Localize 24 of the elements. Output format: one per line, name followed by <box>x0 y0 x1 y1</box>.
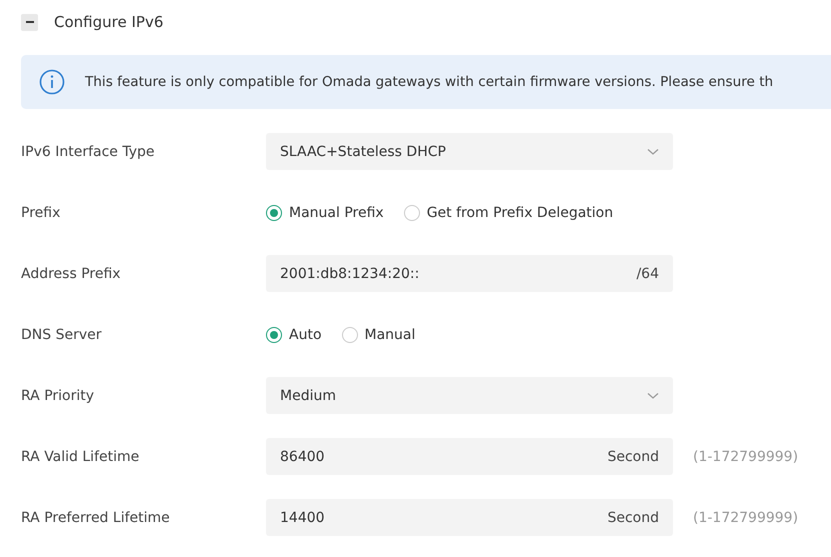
input-field[interactable]: 86400 Second <box>266 438 673 475</box>
field-label: DNS Server <box>20 326 102 342</box>
radio-option[interactable]: Get from Prefix Delegation <box>404 204 614 220</box>
field-label: Address Prefix <box>20 266 122 282</box>
field-label: Prefix <box>20 204 62 220</box>
caret-icon <box>647 392 659 400</box>
input-field[interactable]: 2001:db8:1234:20:: /64 <box>266 255 673 292</box>
field-label: IPv6 Interface Type <box>20 144 156 160</box>
section-title: Configure IPv6 <box>54 13 164 31</box>
field-label: RA Priority <box>20 388 96 404</box>
dropdown[interactable]: SLAAC+Stateless DHCP <box>266 133 673 170</box>
radio-option[interactable]: Manual <box>342 326 416 342</box>
field-label: RA Valid Lifetime <box>20 448 140 464</box>
input-field[interactable]: 14400 Second <box>266 499 673 536</box>
range-hint: (1-172799999) <box>693 448 798 464</box>
collapse-toggle[interactable] <box>21 14 38 30</box>
radio-option[interactable]: Auto <box>266 326 322 342</box>
field-label: RA Preferred Lifetime <box>20 510 171 526</box>
range-hint: (1-172799999) <box>693 510 798 526</box>
radio-option[interactable]: Manual Prefix <box>266 204 384 220</box>
caret-icon <box>647 148 659 156</box>
dropdown[interactable]: Medium <box>266 377 673 414</box>
info-icon <box>39 69 65 95</box>
info-text: This feature is only compatible for Omada gateways with certain firmware versions. Please ensure th <box>85 74 774 90</box>
